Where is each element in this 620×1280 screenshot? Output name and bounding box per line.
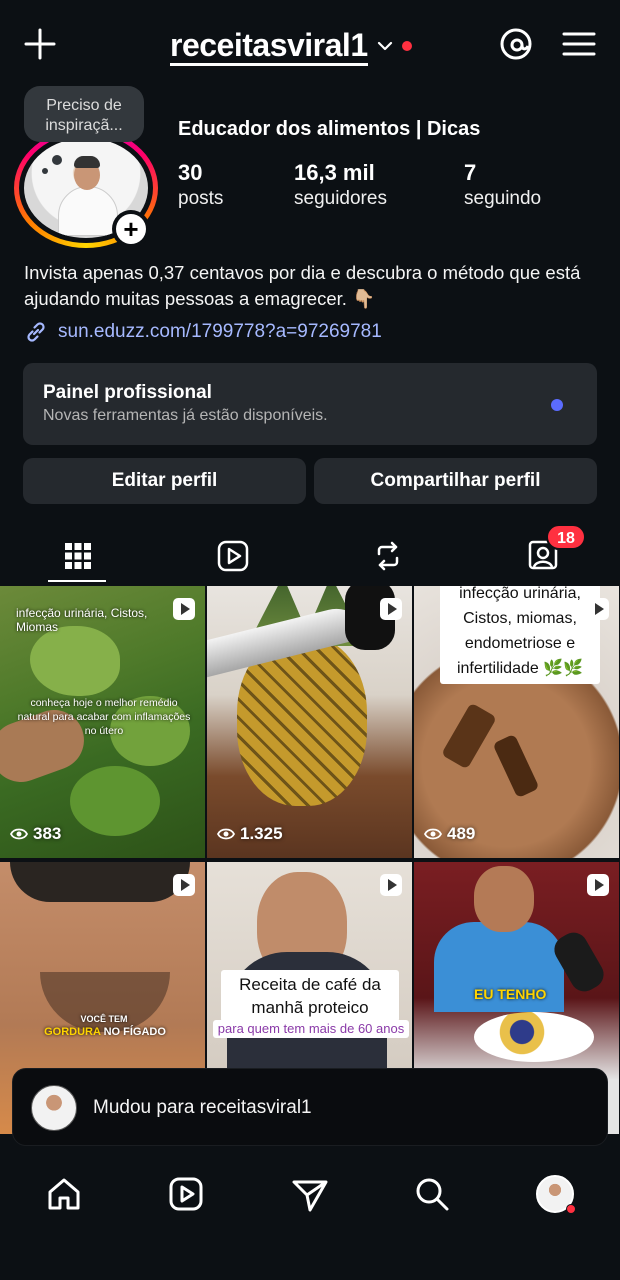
account-switch-toast: Mudou para receitasviral1 — [12, 1068, 608, 1146]
plus-icon: + — [116, 214, 146, 244]
face-shape — [474, 866, 534, 932]
link-text[interactable]: sun.eduzz.com/1799778?a=97269781 — [58, 321, 382, 343]
reel-icon — [587, 874, 609, 896]
stat-label: seguindo — [464, 188, 542, 209]
avatar-hair — [74, 156, 100, 168]
post-caption: infecção urinária, Cistos, miomas, endom… — [440, 586, 600, 684]
share-profile-button[interactable]: Compartilhar perfil — [314, 458, 597, 504]
hair-shape — [10, 862, 190, 902]
note-text: Preciso de inspiraçã... — [45, 97, 123, 134]
top-bar: receitasviral1 — [0, 0, 620, 92]
followers-stat[interactable]: 16,3 mil seguidores — [294, 160, 387, 212]
reel-icon — [173, 874, 195, 896]
reel-icon — [587, 598, 609, 620]
stick-shape — [441, 702, 497, 770]
add-story-button[interactable]: + — [112, 210, 150, 248]
new-indicator-dot — [551, 399, 563, 411]
toast-avatar — [31, 1085, 77, 1131]
note-bubble[interactable]: Preciso de inspiraçã... — [24, 86, 144, 142]
stat-label: seguidores — [294, 188, 387, 209]
reels-icon — [217, 540, 248, 572]
view-count: 489 — [424, 824, 475, 844]
link-icon — [27, 322, 45, 342]
stat-value: 30 — [178, 160, 203, 185]
caption-rest: NO FÍGADO — [103, 1026, 166, 1038]
grid-icon — [64, 543, 91, 569]
chevron-down-icon[interactable] — [376, 37, 394, 55]
post-thumbnail[interactable]: 1.325 — [207, 586, 412, 858]
eye-icon — [217, 828, 235, 840]
view-count-value: 383 — [33, 824, 62, 843]
active-tab-indicator — [48, 580, 106, 582]
reel-icon — [173, 598, 195, 620]
reel-icon — [380, 874, 402, 896]
stick-shape — [492, 733, 540, 799]
bowl-shape — [474, 1012, 594, 1062]
view-count-value: 489 — [447, 824, 476, 843]
bio-text: Invista apenas 0,37 centavos por dia e d… — [24, 262, 581, 309]
toast-message: Mudou para receitasviral1 — [93, 1097, 312, 1118]
caption-highlight: GORDURA — [44, 1026, 101, 1038]
professional-dashboard[interactable]: Painel profissional Novas ferramentas já… — [23, 363, 597, 445]
leaf-shape — [70, 766, 160, 836]
notification-dot — [566, 1204, 576, 1214]
post-caption: conheça hoje o melhor remédio natural pa… — [17, 697, 191, 737]
tab-tagged[interactable] — [465, 528, 620, 584]
post-thumbnail[interactable]: infecção urinária, Cistos, Miomas conheç… — [0, 586, 205, 858]
profile-tabs — [0, 528, 620, 584]
username[interactable]: receitasviral1 — [170, 27, 368, 66]
view-count: 1.325 — [217, 824, 283, 844]
stat-value: 7 — [464, 160, 477, 185]
post-caption: infecção urinária, Cistos, Miomas — [16, 606, 148, 634]
post-caption: VOCÊ TEM — [80, 1014, 128, 1024]
note-bubble-tail — [42, 168, 48, 174]
home-icon[interactable] — [44, 1174, 84, 1214]
bio-link[interactable]: sun.eduzz.com/1799778?a=97269781 — [24, 318, 382, 346]
plus-icon[interactable] — [22, 26, 58, 62]
bottom-navigation — [0, 1160, 620, 1280]
notification-dot — [401, 41, 412, 51]
panel-subtitle: Novas ferramentas já estão disponíveis. — [43, 407, 328, 424]
tab-grid[interactable] — [0, 528, 155, 584]
reel-icon — [380, 598, 402, 620]
panel-title: Painel profissional — [43, 382, 212, 403]
avatar-coat — [58, 186, 118, 236]
post-caption: Receita de café da manhã proteico — [221, 970, 399, 1022]
display-name: Educador dos alimentos | Dicas — [178, 118, 481, 140]
post-caption: EU TENHO — [474, 986, 547, 1002]
post-thumbnail[interactable]: infecção urinária, Cistos, miomas, endom… — [414, 586, 619, 858]
post-caption: GORDURA NO FÍGADO — [30, 1026, 180, 1038]
account-switcher[interactable]: receitasviral1 — [170, 24, 412, 68]
note-bubble-tail — [52, 155, 62, 165]
post-caption-sub: para quem tem mais de 60 anos — [213, 1020, 409, 1038]
direct-icon[interactable] — [290, 1174, 330, 1214]
eye-icon — [10, 828, 28, 840]
tagged-count-badge: 18 — [546, 524, 586, 550]
edit-profile-button[interactable]: Editar perfil — [23, 458, 306, 504]
tab-reels[interactable] — [155, 528, 310, 584]
tab-reposts[interactable] — [310, 528, 465, 584]
leaf-shape — [30, 626, 120, 696]
stat-value: 16,3 mil — [294, 160, 375, 185]
reels-icon[interactable] — [166, 1174, 206, 1214]
posts-stat[interactable]: 30 posts — [178, 160, 223, 212]
threads-icon[interactable] — [496, 24, 536, 64]
following-stat[interactable]: 7 seguindo — [464, 160, 541, 212]
view-count-value: 1.325 — [240, 824, 283, 843]
reposts-icon — [377, 541, 398, 571]
eye-icon — [424, 828, 442, 840]
hamburger-menu-icon[interactable] — [560, 26, 598, 62]
view-count: 383 — [10, 824, 61, 844]
search-icon[interactable] — [412, 1174, 452, 1214]
stat-label: posts — [178, 188, 224, 209]
